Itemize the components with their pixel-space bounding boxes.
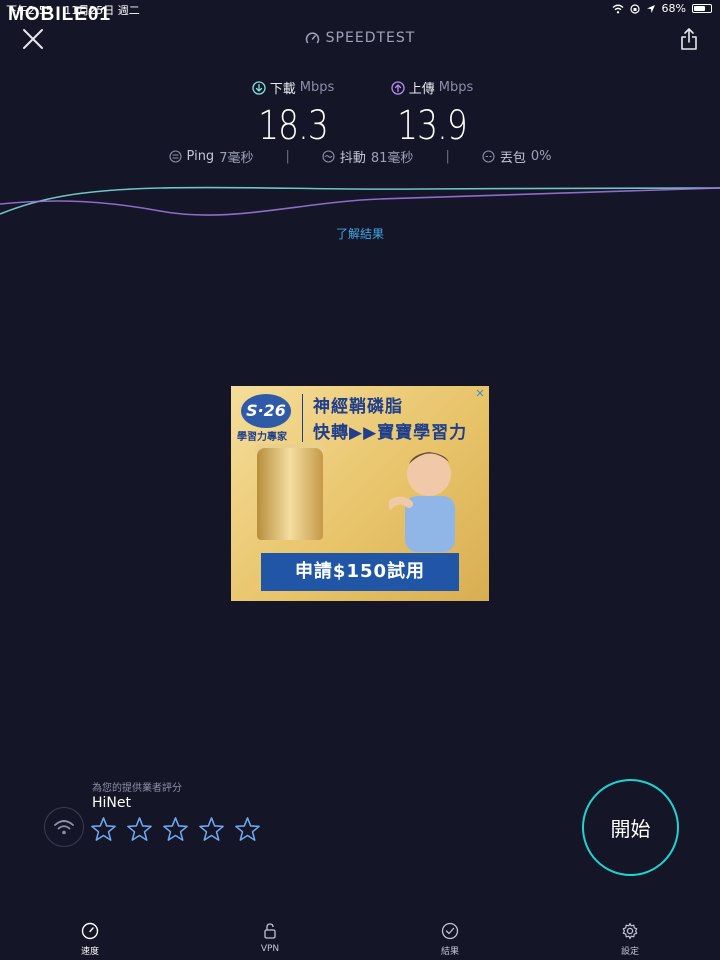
learn-results-link[interactable]: 了解結果 [0, 225, 720, 242]
loss-label: 丟包 [499, 151, 526, 166]
star-icon[interactable] [162, 816, 189, 843]
star-icon[interactable] [126, 816, 153, 843]
stat-divider: | [445, 149, 450, 164]
share-icon[interactable] [680, 27, 698, 51]
app-brand: SPEEDTEST [0, 30, 720, 46]
battery-fill [694, 6, 705, 11]
wifi-status-icon [612, 4, 624, 13]
gear-icon [622, 922, 638, 940]
tab-speed[interactable]: 速度 [60, 922, 120, 957]
download-icon [252, 80, 266, 95]
wifi-icon [54, 820, 74, 835]
ad-divider [302, 394, 303, 442]
upload-icon [391, 80, 405, 95]
ping-stat: Ping 7毫秒 [168, 147, 254, 166]
lock-icon [264, 923, 276, 939]
upload-label: 上傳 [408, 82, 435, 97]
upload-graph-line [0, 187, 720, 216]
upload-header: 上傳 Mbps [357, 78, 507, 97]
star-icon[interactable] [90, 816, 117, 843]
ad-headline-2: 快轉▶▶寶寶學習力 [313, 423, 468, 443]
ad-close-icon[interactable]: ✕ [473, 387, 487, 401]
ad-headline-1: 神經鞘磷脂 [313, 397, 403, 417]
ad-subtitle: 學習力專家 [237, 432, 287, 443]
brand-label: SPEEDTEST [325, 30, 416, 46]
watermark-logo: MOBILE01 [8, 4, 112, 25]
check-circle-icon [441, 922, 459, 940]
download-value: 18.3 [258, 103, 329, 149]
upload-value: 13.9 [397, 103, 468, 149]
download-metric: 下載 Mbps 18.3 [218, 78, 368, 149]
rotation-lock-icon [629, 3, 640, 14]
battery-icon [692, 4, 712, 13]
ad-baby-image [389, 452, 455, 552]
tab-results-label: 結果 [440, 947, 459, 957]
jitter-label: 抖動 [339, 151, 366, 166]
loss-value: 0% [530, 149, 552, 164]
location-icon [646, 4, 655, 13]
loss-stat: 丟包 0% [482, 147, 552, 166]
download-label: 下載 [269, 82, 296, 97]
ad-cta-button[interactable]: 申請$150試用 [261, 553, 459, 591]
tab-speed-label: 速度 [80, 947, 99, 957]
packet-loss-icon [482, 150, 495, 163]
ad-brand-logo: S·26 [241, 394, 291, 428]
speed-gauge-icon [81, 922, 99, 940]
status-bar-right: 68% [612, 2, 712, 15]
advertisement-banner[interactable]: S·26 學習力專家 神經鞘磷脂 快轉▶▶寶寶學習力 ✕ 申請$150試用 [231, 386, 489, 601]
tab-vpn-label: VPN [260, 944, 280, 954]
star-icon[interactable] [198, 816, 225, 843]
ad-product-can [257, 448, 323, 540]
secondary-stats: Ping 7毫秒 | 抖動 81毫秒 | 丟包 0% [0, 147, 720, 166]
star-icon[interactable] [234, 816, 261, 843]
tab-settings[interactable]: 設定 [600, 922, 660, 957]
ping-label: Ping [186, 149, 215, 164]
provider-wifi-badge [44, 807, 84, 847]
jitter-value: 81毫秒 [370, 151, 414, 166]
speed-graph [0, 186, 720, 216]
go-button[interactable]: 開始 [582, 779, 679, 876]
rating-stars [90, 816, 261, 843]
upload-unit: Mbps [438, 80, 474, 95]
ping-icon [168, 150, 182, 163]
download-unit: Mbps [299, 80, 335, 95]
rating-caption: 為您的提供業者評分 [92, 783, 182, 794]
stat-divider: | [285, 149, 290, 164]
ping-value: 7毫秒 [219, 151, 254, 166]
jitter-stat: 抖動 81毫秒 [322, 147, 414, 166]
tab-vpn[interactable]: VPN [240, 922, 300, 954]
provider-name: HiNet [92, 795, 131, 811]
tab-settings-label: 設定 [620, 947, 639, 957]
tab-results[interactable]: 結果 [420, 922, 480, 957]
bottom-tab-bar: 速度 VPN 結果 設定 [0, 922, 720, 960]
download-header: 下載 Mbps [218, 78, 368, 97]
upload-metric: 上傳 Mbps 13.9 [357, 78, 507, 149]
jitter-icon [322, 150, 335, 163]
battery-percent: 68% [661, 2, 686, 15]
speedtest-logo-icon [305, 32, 319, 43]
